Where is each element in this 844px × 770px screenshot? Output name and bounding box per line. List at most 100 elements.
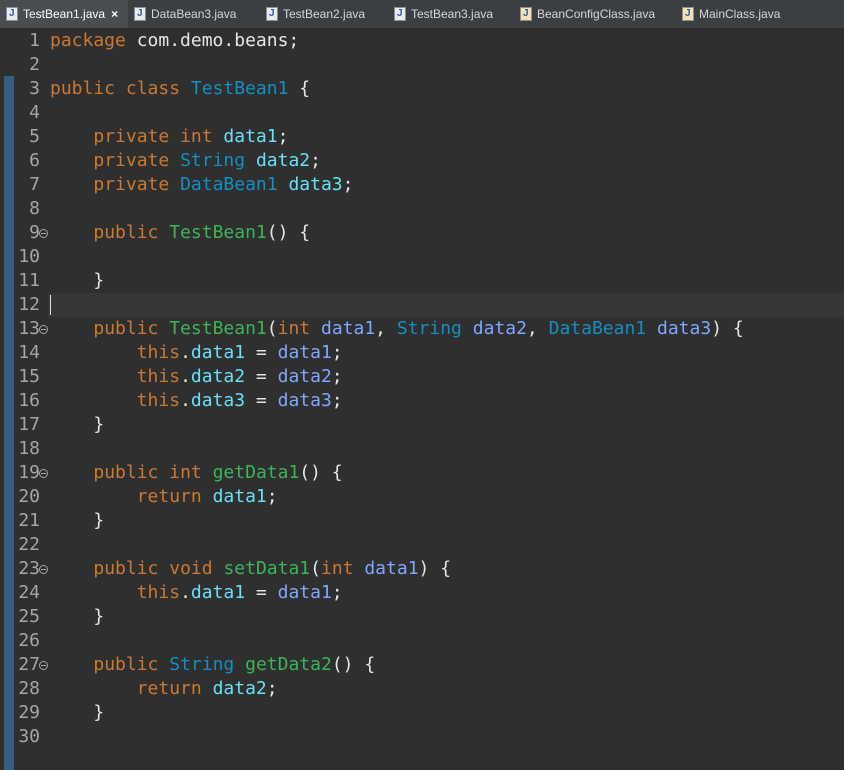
line-number: 28 (18, 678, 40, 699)
fold-collapse-icon[interactable] (39, 661, 48, 670)
line-number: 24 (18, 582, 40, 603)
code-token: ; (331, 342, 343, 363)
fold-collapse-icon[interactable] (39, 229, 48, 238)
code-line[interactable]: this.data3 = data3; (50, 389, 343, 413)
tab-beanconfigclass[interactable]: BeanConfigClass.java (520, 0, 655, 28)
code-line[interactable]: } (50, 413, 104, 437)
code-token: () { (266, 222, 311, 243)
code-line[interactable]: private DataBean1 data3; (50, 173, 353, 197)
code-token: () { (299, 462, 343, 483)
line-number: 17 (18, 414, 40, 435)
code-line[interactable]: } (50, 701, 104, 725)
code-editor[interactable]: 1 2 3 4 5 6 7 8 9 10 11 12 13 14 15 16 17 18 19 20 21 22 23 24 2… (0, 29, 844, 770)
code-line[interactable]: this.data1 = data1; (50, 341, 343, 365)
code-token: int (169, 462, 202, 483)
code-token: public (93, 222, 159, 243)
code-token: data1 (190, 582, 246, 603)
line-number: 27 (18, 654, 40, 675)
code-token: data2 (255, 150, 311, 171)
tab-databean3[interactable]: DataBean3.java (134, 0, 236, 28)
code-line[interactable]: } (50, 605, 104, 629)
code-line[interactable]: private String data2; (50, 149, 321, 173)
line-number: 7 (29, 174, 40, 195)
code-token: DataBean1 (180, 174, 278, 195)
code-token: ; (277, 126, 289, 147)
code-token: ; (266, 486, 278, 507)
code-line[interactable]: public String getData2() { (50, 653, 375, 677)
tab-testbean2[interactable]: TestBean2.java (266, 0, 365, 28)
code-token: public (93, 318, 159, 339)
code-line[interactable]: } (50, 509, 104, 533)
close-icon[interactable]: × (111, 7, 118, 21)
code-token: getData1 (212, 462, 300, 483)
code-token: data2 (190, 366, 246, 387)
java-file-icon (266, 6, 278, 21)
code-line[interactable]: this.data1 = data1; (50, 581, 343, 605)
code-line[interactable]: public TestBean1(int data1, String data2… (50, 317, 743, 341)
code-token: package (50, 30, 126, 51)
code-token: com.demo.beans; (125, 30, 300, 51)
code-token: this (136, 342, 181, 363)
code-line[interactable]: this.data2 = data2; (50, 365, 343, 389)
fold-collapse-icon[interactable] (39, 469, 48, 478)
code-line[interactable]: public class TestBean1 { (50, 77, 310, 101)
code-token: public (50, 78, 116, 99)
line-number: 13 (18, 318, 40, 339)
line-number: 23 (18, 558, 40, 579)
code-token: data2 (212, 678, 267, 699)
code-token: TestBean1 (169, 318, 267, 339)
code-line[interactable]: private int data1; (50, 125, 288, 149)
code-line[interactable]: return data2; (50, 677, 278, 701)
code-token: data2 (472, 318, 527, 339)
code-token: . (180, 390, 191, 411)
line-number: 1 (29, 30, 40, 51)
line-number: 2 (29, 54, 40, 75)
editor-tab-bar: TestBean1.java × DataBean3.java TestBean2… (0, 0, 844, 29)
code-line[interactable]: public TestBean1() { (50, 221, 310, 245)
code-line[interactable]: } (50, 269, 104, 293)
code-token: data1 (277, 582, 332, 603)
code-line[interactable]: public int getData1() { (50, 461, 343, 485)
code-line[interactable]: return data1; (50, 485, 278, 509)
code-token: data3 (288, 174, 343, 195)
text-caret (50, 295, 51, 315)
code-line[interactable]: package com.demo.beans; (50, 29, 299, 53)
code-token: . (180, 342, 191, 363)
code-token: private (93, 150, 170, 171)
tab-mainclass[interactable]: MainClass.java (682, 0, 780, 28)
line-number: 19 (18, 462, 40, 483)
tab-testbean3[interactable]: TestBean3.java (394, 0, 493, 28)
tab-label: BeanConfigClass.java (537, 7, 656, 21)
tab-testbean1[interactable]: TestBean1.java × (0, 0, 128, 28)
code-token: . (180, 366, 191, 387)
code-token: return (136, 486, 202, 507)
code-line[interactable]: public void setData1(int data1) { (50, 557, 451, 581)
code-token: private (93, 126, 170, 147)
fold-collapse-icon[interactable] (39, 325, 48, 334)
code-token: data1 (320, 318, 376, 339)
code-token: ; (310, 150, 321, 171)
code-token: TestBean1 (190, 78, 289, 99)
code-token: } (50, 510, 105, 531)
line-number: 5 (29, 126, 40, 147)
line-number-gutter[interactable]: 1 2 3 4 5 6 7 8 9 10 11 12 13 14 15 16 17 18 19 20 21 22 23 24 2… (0, 29, 48, 770)
line-number: 29 (18, 702, 40, 723)
fold-collapse-icon[interactable] (39, 565, 48, 574)
code-token: return (136, 678, 202, 699)
